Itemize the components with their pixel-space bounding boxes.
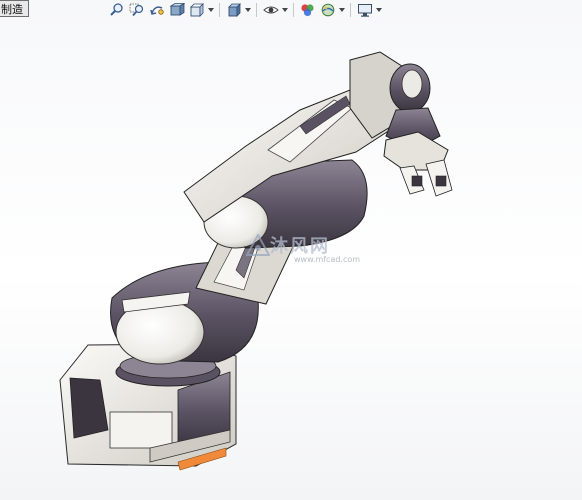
watermark: 沐风网 www.mfcad.com bbox=[238, 230, 361, 270]
watermark-logo-icon bbox=[246, 234, 270, 256]
watermark-url: www.mfcad.com bbox=[294, 255, 361, 264]
gripper bbox=[383, 131, 453, 197]
